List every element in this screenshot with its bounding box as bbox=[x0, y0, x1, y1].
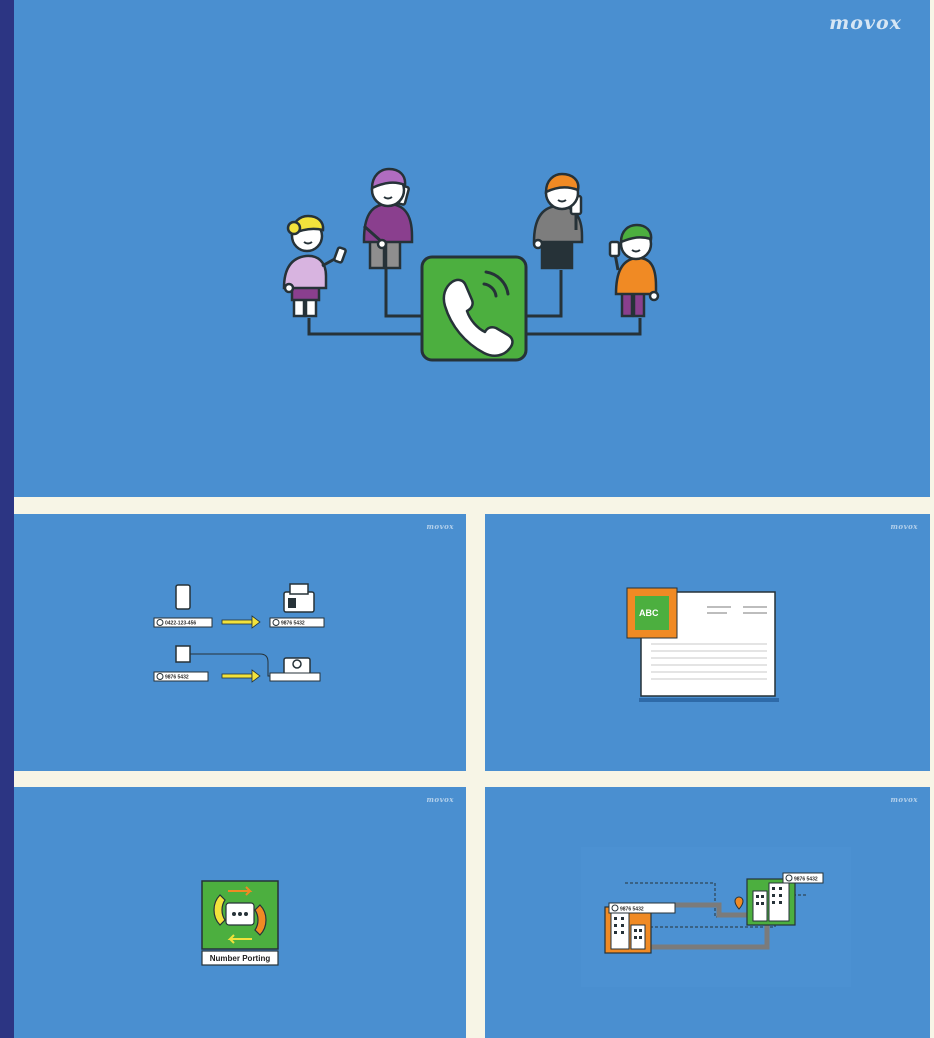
call-forwarding-illustration: 0422-123-456 9876 5432 9876 5432 bbox=[153, 583, 325, 683]
number-porting-caption: Number Porting bbox=[210, 954, 271, 963]
phone-icon bbox=[420, 255, 528, 362]
number-porting-panel: movox Number Porting bbox=[14, 787, 466, 1038]
fax-machine-icon bbox=[283, 657, 311, 675]
office-a-number-label: 9876 5432 bbox=[620, 907, 644, 913]
hero-illustration-panel: movox bbox=[14, 0, 930, 497]
person-green-hair bbox=[608, 223, 660, 318]
forward-arrow-icon-2 bbox=[221, 669, 261, 683]
desk-number-label: 9876 5432 bbox=[281, 621, 305, 627]
person-blonde bbox=[282, 214, 347, 318]
office-move-illustration: 9876 5432 9876 5432 bbox=[581, 847, 851, 987]
left-edge-bar bbox=[0, 0, 14, 1038]
call-forwarding-panel: movox 0422-123-456 9876 5432 9876 5432 bbox=[14, 514, 466, 771]
fax-number-label: 9876 5432 bbox=[165, 675, 189, 681]
person-orange-hair bbox=[532, 172, 584, 270]
office-b-number-label: 9876 5432 bbox=[794, 877, 818, 883]
number-porting-illustration: Number Porting bbox=[201, 880, 279, 966]
desk-phone-icon bbox=[283, 583, 315, 613]
invoice-panel: movox ABC bbox=[485, 514, 930, 771]
person-purple bbox=[362, 167, 414, 270]
fax-socket-icon bbox=[175, 645, 191, 663]
office-building-icon-2 bbox=[746, 878, 796, 926]
abc-logo-text: ABC bbox=[639, 608, 659, 618]
mobile-phone-icon bbox=[175, 584, 191, 610]
office-building-icon bbox=[604, 906, 652, 954]
conference-call-illustration bbox=[282, 167, 660, 362]
mobile-number-label: 0422-123-456 bbox=[165, 621, 196, 627]
office-move-panel: movox 9876 5432 9876 5432 bbox=[485, 787, 930, 1038]
invoice-illustration: ABC bbox=[626, 587, 779, 702]
forward-arrow-icon bbox=[221, 615, 261, 629]
